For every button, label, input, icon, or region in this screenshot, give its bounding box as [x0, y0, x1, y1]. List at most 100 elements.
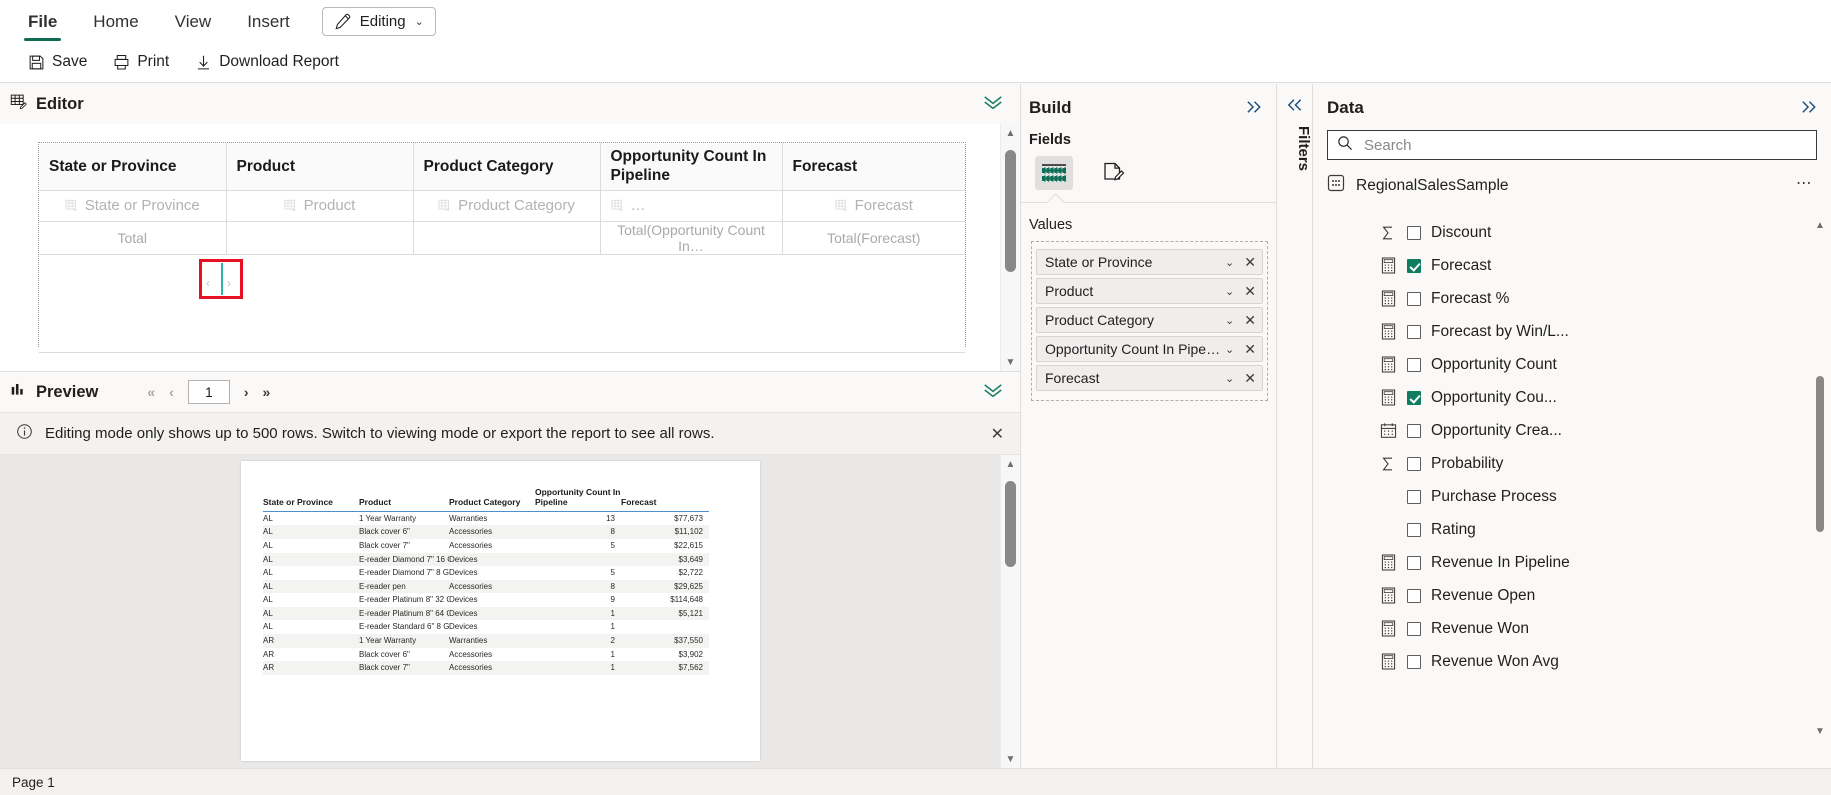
data-vertical-scrollbar[interactable]: ▲ ▼	[1813, 220, 1827, 742]
editor-canvas[interactable]: State or Province Product Product Catego…	[0, 124, 1020, 371]
table-cell-placeholder-product[interactable]: Product	[226, 190, 414, 222]
editor-vertical-scrollbar[interactable]: ▲ ▼	[1000, 124, 1020, 371]
data-scroll-down-arrow-icon[interactable]: ▼	[1813, 726, 1827, 742]
field-checkbox[interactable]	[1407, 225, 1421, 240]
print-button[interactable]: Print	[103, 48, 179, 76]
table-cell-total-category[interactable]	[413, 221, 601, 255]
filters-rail[interactable]: Filters	[1276, 84, 1312, 768]
field-checkbox[interactable]	[1407, 621, 1421, 636]
data-field-row[interactable]: Rating	[1313, 513, 1831, 546]
table-cell-total-opportunity[interactable]: Total(Opportunity Count In…	[600, 221, 783, 255]
data-scroll-up-arrow-icon[interactable]: ▲	[1813, 220, 1827, 236]
field-checkbox[interactable]	[1407, 456, 1421, 471]
ribbon-tab-insert[interactable]: Insert	[229, 3, 308, 39]
remove-field-icon[interactable]: ✕	[1244, 283, 1256, 300]
ribbon-tab-view[interactable]: View	[157, 3, 230, 39]
editor-scroll-thumb[interactable]	[1005, 150, 1016, 272]
table-cell-total-state[interactable]: Total	[39, 221, 227, 255]
pager-next-button[interactable]: ›	[244, 384, 249, 400]
value-chip[interactable]: State or Province ⌄ ✕	[1036, 249, 1263, 275]
field-checkbox[interactable]	[1407, 654, 1421, 669]
data-field-row[interactable]: Revenue Open	[1313, 579, 1831, 612]
pager-page-input[interactable]	[187, 380, 230, 404]
report-table-widget[interactable]: State or Province Product Product Catego…	[38, 142, 966, 353]
table-cell-placeholder-state[interactable]: State or Province	[39, 190, 227, 222]
field-checkbox[interactable]	[1407, 291, 1421, 306]
preview-vertical-scrollbar[interactable]: ▲ ▼	[1000, 455, 1020, 768]
value-chip[interactable]: Product Category ⌄ ✕	[1036, 307, 1263, 333]
remove-field-icon[interactable]: ✕	[1244, 312, 1256, 329]
ribbon-tab-home[interactable]: Home	[75, 3, 156, 39]
value-chip[interactable]: Forecast ⌄ ✕	[1036, 365, 1263, 391]
table-cell-total-product[interactable]	[226, 221, 414, 255]
field-checkbox[interactable]	[1407, 423, 1421, 438]
preview-scroll-down-arrow-icon[interactable]: ▼	[1001, 750, 1020, 768]
data-field-row[interactable]: Opportunity Crea...	[1313, 414, 1831, 447]
data-field-row[interactable]: Opportunity Cou...	[1313, 381, 1831, 414]
data-scroll-thumb[interactable]	[1816, 376, 1824, 532]
filters-rail-label[interactable]: Filters	[1277, 126, 1312, 171]
chevron-down-icon[interactable]: ⌄	[1225, 256, 1234, 269]
table-header-product-category[interactable]: Product Category	[413, 143, 601, 191]
data-field-row[interactable]: Revenue Won Avg	[1313, 645, 1831, 678]
remove-field-icon[interactable]: ✕	[1244, 370, 1256, 387]
table-header-forecast[interactable]: Forecast	[782, 143, 965, 191]
field-checkbox[interactable]	[1407, 588, 1421, 603]
pager-first-button[interactable]: «	[147, 384, 155, 400]
data-search-box[interactable]	[1327, 130, 1817, 160]
remove-field-icon[interactable]: ✕	[1244, 254, 1256, 271]
data-field-row[interactable]: Revenue Won	[1313, 612, 1831, 645]
data-field-row[interactable]: Discount	[1313, 216, 1831, 249]
table-cell-placeholder-forecast[interactable]: Forecast	[782, 190, 965, 222]
data-search-input[interactable]	[1362, 135, 1807, 155]
field-checkbox[interactable]	[1407, 357, 1421, 372]
data-field-row[interactable]: Revenue In Pipeline	[1313, 546, 1831, 579]
build-values-dropzone[interactable]: State or Province ⌄ ✕ Product ⌄ ✕ Product Cate…	[1031, 241, 1268, 401]
table-cell-total-forecast[interactable]: Total(Forecast)	[782, 221, 965, 255]
editing-mode-dropdown[interactable]: Editing ⌄	[321, 6, 436, 36]
data-field-row[interactable]: Forecast by Win/L...	[1313, 315, 1831, 348]
download-report-button[interactable]: Download Report	[185, 48, 349, 76]
data-field-row[interactable]: Opportunity Count	[1313, 348, 1831, 381]
value-chip[interactable]: Product ⌄ ✕	[1036, 278, 1263, 304]
close-icon[interactable]: ✕	[991, 424, 1004, 444]
dataset-more-menu-icon[interactable]: ⋯	[1796, 174, 1813, 193]
field-checkbox[interactable]	[1407, 324, 1421, 339]
remove-field-icon[interactable]: ✕	[1244, 341, 1256, 358]
preview-scroll-up-arrow-icon[interactable]: ▲	[1001, 455, 1020, 473]
field-checkbox[interactable]	[1407, 489, 1421, 504]
save-button[interactable]: Save	[18, 48, 97, 76]
editor-collapse-button[interactable]	[982, 94, 1004, 114]
data-field-list[interactable]: Discount Forecast Forecast % Forecast by Wi…	[1313, 216, 1831, 768]
table-header-state-or-province[interactable]: State or Province	[39, 143, 227, 191]
data-field-row[interactable]: Forecast	[1313, 249, 1831, 282]
preview-collapse-button[interactable]	[982, 382, 1004, 402]
pager-prev-button[interactable]: ‹	[169, 384, 174, 400]
field-checkbox[interactable]	[1407, 522, 1421, 537]
filters-collapse-button[interactable]	[1277, 84, 1312, 116]
format-page-icon[interactable]	[1095, 156, 1133, 190]
chevron-down-icon[interactable]: ⌄	[1225, 343, 1234, 356]
table-cell-placeholder-opportunity[interactable]: …	[600, 190, 783, 222]
ribbon-tab-file[interactable]: File	[10, 3, 75, 41]
field-checkbox[interactable]	[1407, 555, 1421, 570]
pager-last-button[interactable]: »	[263, 384, 271, 400]
chevron-down-icon[interactable]: ⌄	[1225, 314, 1234, 327]
dataset-row[interactable]: RegionalSalesSample ⋯	[1313, 160, 1831, 197]
chevron-down-icon[interactable]: ⌄	[1225, 372, 1234, 385]
chevron-down-icon[interactable]: ⌄	[1225, 285, 1234, 298]
table-header-product[interactable]: Product	[226, 143, 414, 191]
table-cell-placeholder-category[interactable]: Product Category	[413, 190, 601, 222]
table-header-opportunity-count-in-pipeline[interactable]: Opportunity Count In Pipeline	[600, 143, 783, 191]
column-resize-grip[interactable]	[221, 263, 223, 295]
data-field-row[interactable]: Forecast %	[1313, 282, 1831, 315]
scroll-down-arrow-icon[interactable]: ▼	[1001, 353, 1020, 371]
value-chip[interactable]: Opportunity Count In Pipeline ⌄ ✕	[1036, 336, 1263, 362]
preview-report-area[interactable]: State or Province Product Product Catego…	[0, 455, 1020, 768]
preview-scroll-thumb[interactable]	[1005, 481, 1016, 567]
field-checkbox[interactable]	[1407, 258, 1421, 273]
build-expand-button[interactable]	[1245, 100, 1264, 118]
data-field-row[interactable]: Purchase Process	[1313, 480, 1831, 513]
data-expand-button[interactable]	[1800, 100, 1819, 118]
scroll-up-arrow-icon[interactable]: ▲	[1001, 124, 1020, 142]
